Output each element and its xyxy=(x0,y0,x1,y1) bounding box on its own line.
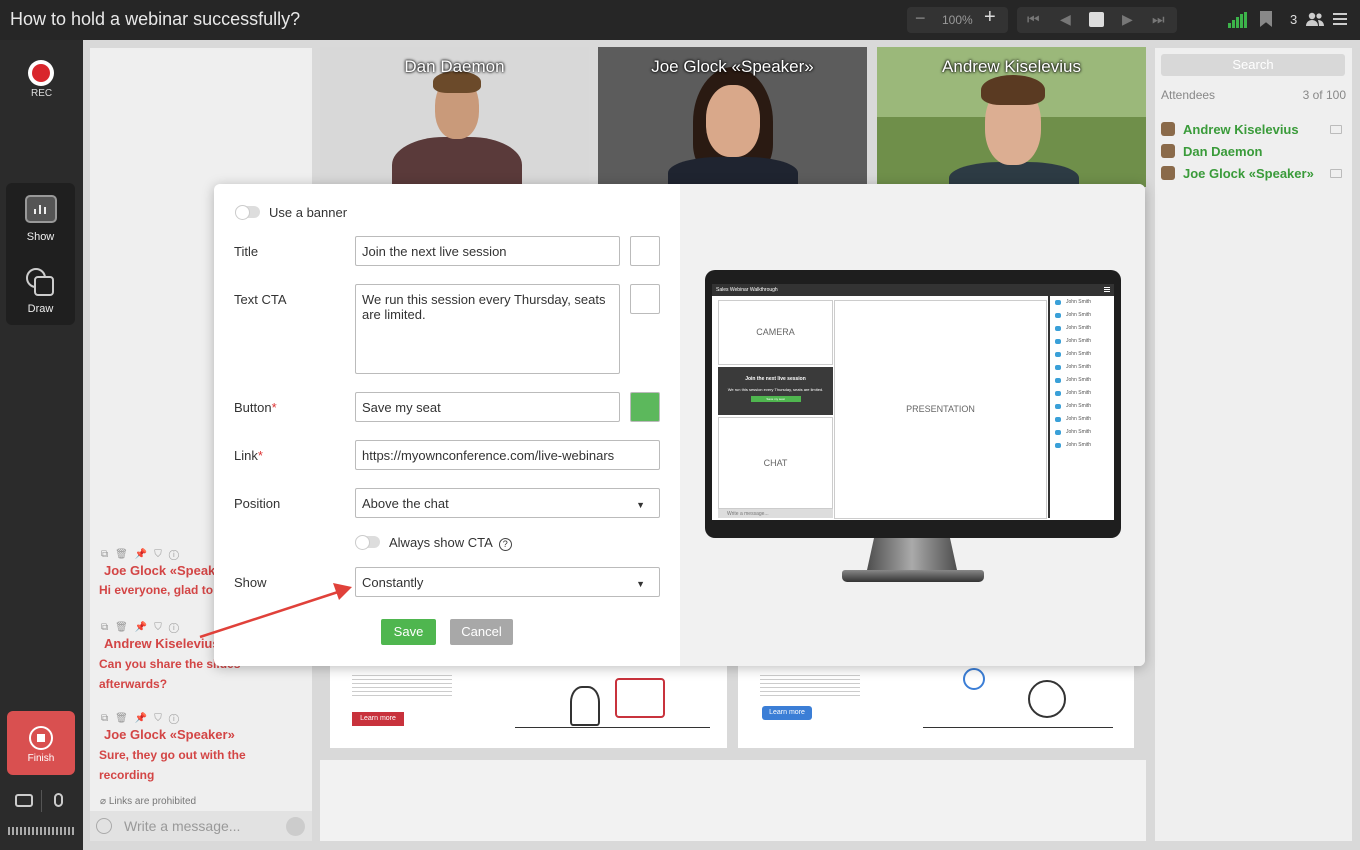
annotation-arrow xyxy=(199,583,352,639)
